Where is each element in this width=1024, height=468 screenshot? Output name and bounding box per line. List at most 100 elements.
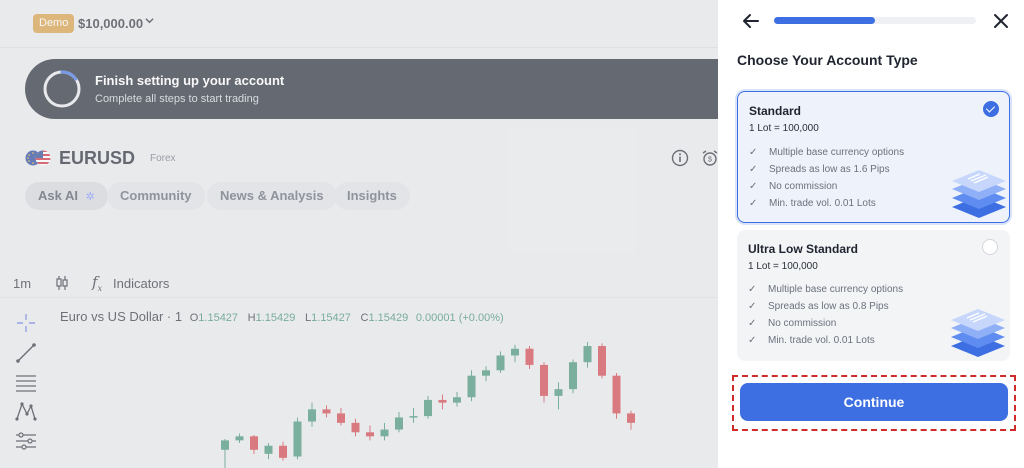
fib-lines-icon[interactable] (14, 372, 38, 394)
price-chart[interactable] (50, 330, 718, 468)
candle-body (525, 348, 534, 365)
feature-text: Multiple base currency options (769, 147, 905, 158)
candlestick-icon[interactable] (55, 275, 69, 291)
account-type-drawer: Choose Your Account Type Standard 1 Lot … (718, 0, 1024, 468)
radio-selected[interactable] (983, 101, 999, 117)
ohlc-instrument-name: Euro vs US Dollar · 1 (60, 309, 183, 324)
check-icon: ✓ (749, 147, 758, 158)
settings-lines-icon[interactable] (14, 430, 38, 452)
instrument-symbol[interactable]: EURUSD (59, 148, 135, 169)
tab-label: Community (120, 188, 192, 203)
candle-body (293, 421, 302, 457)
chart-toolbar: 1m fx Indicators (0, 270, 718, 298)
candle-body (511, 348, 519, 356)
sparkle-icon: ✲ (85, 191, 95, 203)
account-option-ultra-low-standard[interactable]: Ultra Low Standard 1 Lot = 100,000 ✓ Mult… (737, 230, 1010, 361)
candle-body (482, 370, 490, 376)
pattern-icon[interactable] (14, 400, 38, 422)
demo-badge[interactable]: Demo (33, 14, 75, 33)
candle-body (598, 346, 606, 376)
candle-body (612, 375, 621, 414)
layers-icon (951, 309, 1005, 357)
candle-body (627, 413, 635, 423)
account-name: Ultra Low Standard (748, 242, 859, 256)
fx-icon[interactable]: fx (92, 273, 102, 293)
feature-item: ✓ Multiple base currency options (749, 147, 904, 158)
feature-text: Spreads as low as 1.6 Pips (769, 164, 890, 175)
tab-ask-ai[interactable]: Ask AI ✲ (25, 182, 108, 210)
trend-line-icon[interactable] (14, 342, 38, 364)
candle-body (221, 440, 229, 450)
candle-body (409, 416, 418, 418)
setup-banner[interactable]: Finish setting up your account Complete … (25, 59, 718, 119)
indicators-button[interactable]: Indicators (113, 276, 169, 291)
ohlc-o-label: O (189, 312, 199, 324)
tab-insights[interactable]: Insights (334, 182, 410, 210)
onboarding-progress (774, 17, 976, 24)
candle-body (264, 445, 273, 454)
feature-text: Min. trade vol. 0.01 Lots (768, 335, 875, 346)
candle-body (380, 429, 389, 437)
info-icon[interactable] (671, 149, 689, 167)
radio-unselected[interactable] (982, 239, 998, 255)
candle-body (366, 432, 374, 437)
candle-body (308, 409, 316, 422)
feature-item: ✓ No commission (749, 181, 837, 192)
candle-body (467, 375, 476, 398)
ohlc-open: 1.15427 (198, 312, 239, 324)
account-lot-size: 1 Lot = 100,000 (748, 261, 818, 272)
check-icon: ✓ (748, 335, 757, 346)
feature-item: ✓ Min. trade vol. 0.01 Lots (749, 198, 876, 209)
candle-body (235, 436, 244, 441)
ohlc-h-label: H (247, 312, 256, 324)
candle-body (453, 397, 461, 403)
eur-usd-flag-icon (25, 150, 51, 166)
trading-app: Demo $10,000.00 Finish setting up your a… (0, 0, 718, 468)
candle-body (438, 399, 447, 403)
feature-item: ✓ Spreads as low as 1.6 Pips (749, 164, 890, 175)
feature-text: No commission (768, 318, 837, 329)
close-icon[interactable] (990, 10, 1012, 32)
candle-body (424, 399, 432, 417)
progress-ring-icon (43, 70, 81, 108)
check-icon: ✓ (749, 164, 758, 175)
timeframe-button[interactable]: 1m (13, 276, 31, 291)
alarm-icon[interactable]: $ (701, 149, 718, 167)
candle-body (250, 436, 258, 450)
account-name: Standard (749, 104, 802, 118)
candle-body (337, 413, 345, 423)
candle-body (279, 445, 287, 458)
candle-body (395, 417, 403, 430)
continue-button[interactable]: Continue (740, 383, 1008, 421)
tab-community[interactable]: Community (107, 182, 205, 210)
candle-body (322, 409, 331, 414)
layers-icon (952, 170, 1006, 218)
ohlc-low: 1.15427 (311, 312, 351, 324)
check-icon: ✓ (748, 301, 757, 312)
ohlc-close: 1.15429 (368, 312, 409, 324)
crosshair-icon[interactable] (14, 312, 38, 334)
feature-item: ✓ Multiple base currency options (748, 284, 903, 295)
drawer-title: Choose Your Account Type (737, 52, 918, 68)
candle-body (583, 346, 592, 363)
back-arrow-icon[interactable] (740, 10, 762, 32)
account-lot-size: 1 Lot = 100,000 (749, 123, 819, 134)
account-option-standard[interactable]: Standard 1 Lot = 100,000 ✓ Multiple base … (737, 91, 1010, 223)
account-balance[interactable]: $10,000.00 (78, 16, 143, 31)
ohlc-change: 0.00001 (+0.00%) (415, 312, 504, 324)
feature-text: Spreads as low as 0.8 Pips (768, 301, 889, 312)
continue-highlight: Continue (732, 375, 1016, 431)
tab-news-analysis[interactable]: News & Analysis (207, 182, 337, 210)
feature-text: Multiple base currency options (768, 284, 904, 295)
candle-body (496, 355, 505, 371)
feature-text: Min. trade vol. 0.01 Lots (769, 198, 876, 209)
feature-item: ✓ No commission (748, 318, 836, 329)
candle-body (554, 389, 563, 396)
chevron-down-icon[interactable] (145, 16, 154, 28)
onboarding-progress-fill (774, 17, 875, 24)
check-icon: ✓ (749, 198, 758, 209)
candle-body (351, 422, 360, 433)
tab-label: News & Analysis (220, 188, 324, 203)
feature-text: No commission (769, 181, 838, 192)
check-icon: ✓ (748, 318, 757, 329)
